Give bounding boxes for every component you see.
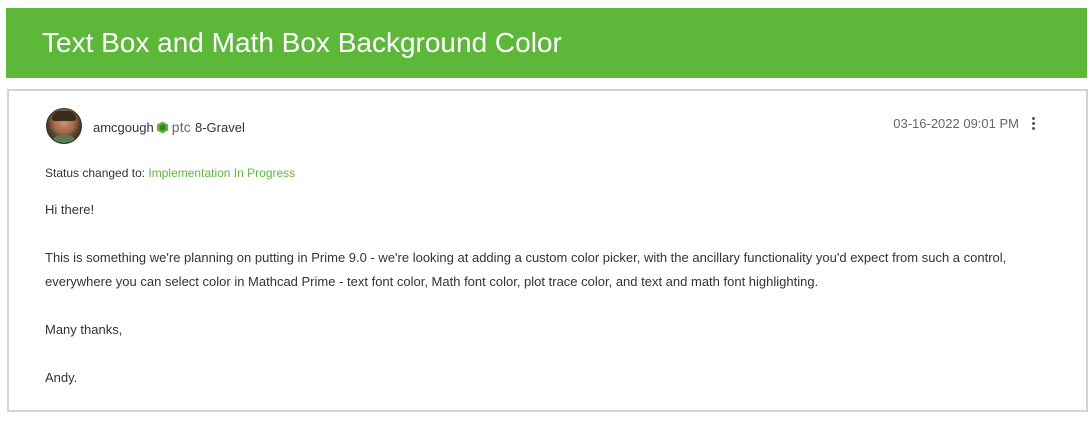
status-value-link[interactable]: Implementation In Progress bbox=[148, 166, 295, 180]
post-greeting: Hi there! bbox=[45, 202, 95, 217]
status-label: Status changed to: bbox=[45, 166, 146, 180]
author-name-link[interactable]: amcgough bbox=[93, 120, 154, 135]
post-timestamp: 03-16-2022 09:01 PM bbox=[893, 116, 1019, 131]
post-body: Hi there! This is something we're planni… bbox=[45, 198, 1060, 414]
post-card: amcgough ptc 8-Gravel 03-16-2022 09:01 P… bbox=[7, 89, 1088, 412]
avatar-shirt bbox=[51, 135, 77, 143]
ptc-hexagon-icon bbox=[156, 121, 168, 133]
more-vertical-icon[interactable] bbox=[1030, 117, 1036, 133]
post-signature: Andy. bbox=[45, 370, 78, 385]
author-line: amcgough ptc 8-Gravel bbox=[93, 119, 245, 135]
post-paragraph: This is something we're planning on putt… bbox=[45, 250, 1007, 289]
post-thanks: Many thanks, bbox=[45, 322, 123, 337]
avatar[interactable] bbox=[46, 108, 82, 144]
status-line: Status changed to: Implementation In Pro… bbox=[45, 166, 295, 180]
title-bar: Text Box and Math Box Background Color bbox=[6, 8, 1087, 78]
company-label: ptc bbox=[171, 119, 191, 135]
rank-label: 8-Gravel bbox=[195, 119, 245, 135]
page-title: Text Box and Math Box Background Color bbox=[42, 27, 562, 58]
avatar-hair bbox=[52, 111, 76, 121]
